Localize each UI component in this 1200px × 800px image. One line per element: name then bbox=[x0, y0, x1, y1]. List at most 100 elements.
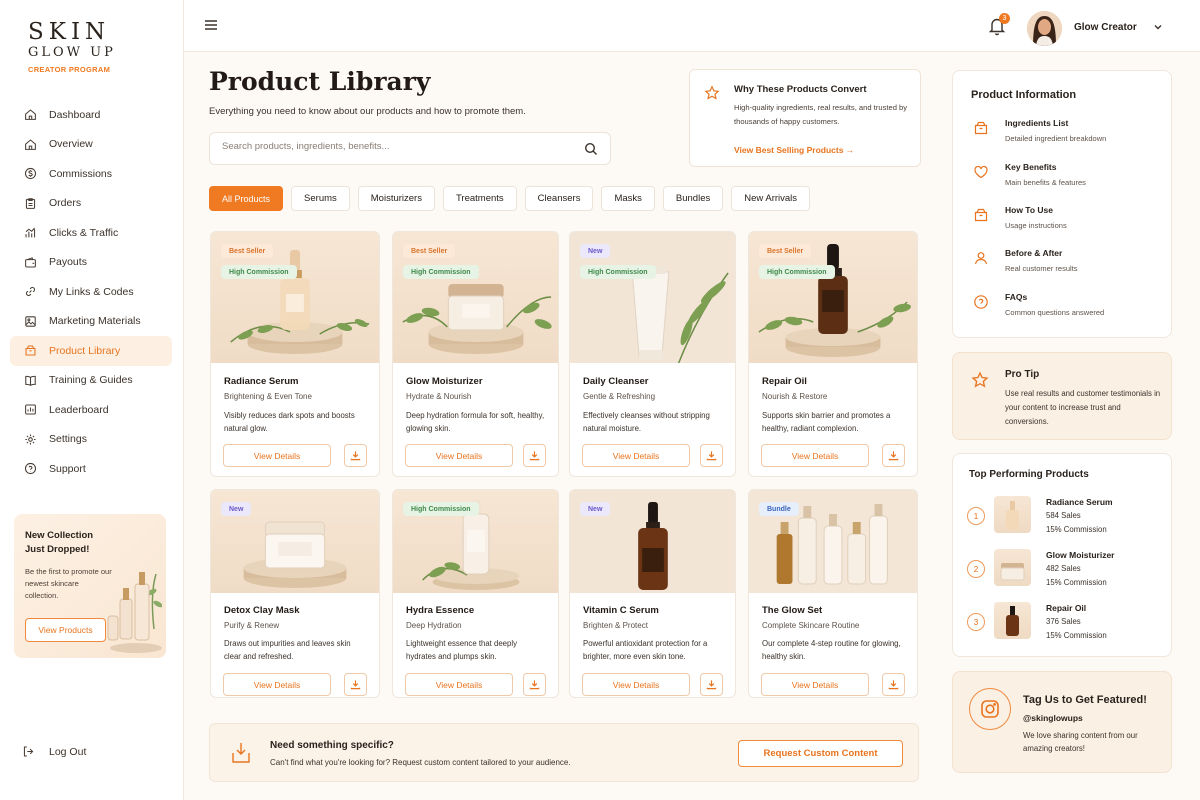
avatar[interactable] bbox=[1027, 11, 1062, 46]
help-icon bbox=[23, 462, 37, 476]
sidebar-item-clicks-traffic[interactable]: Clicks & Traffic bbox=[10, 218, 172, 248]
chevron-down-icon[interactable] bbox=[1152, 21, 1164, 33]
product-card[interactable]: New Detox Clay Mask Purify & Renew Draws… bbox=[210, 489, 380, 698]
wallet-icon bbox=[23, 255, 37, 269]
product-description: Deep hydration formula for soft, healthy… bbox=[406, 411, 545, 433]
top-bar: 3 Glow Creator bbox=[184, 0, 1200, 52]
star-icon bbox=[971, 371, 989, 388]
info-item-name: Before & After bbox=[1005, 248, 1063, 258]
tab-cleansers[interactable]: Cleansers bbox=[524, 186, 594, 211]
top-product-row[interactable]: 3 Repair Oil 376 Sales 15% Commission bbox=[967, 602, 1167, 644]
product-card[interactable]: Best Seller High Commission Repair Oil N… bbox=[748, 231, 918, 477]
top-product-name: Radiance Serum bbox=[1046, 497, 1113, 507]
tab-masks[interactable]: Masks bbox=[601, 186, 655, 211]
badge-high-commission: High Commission bbox=[759, 265, 835, 279]
info-item-how-to-use[interactable]: How To Use Usage instructions bbox=[973, 205, 1163, 245]
info-item-ingredients[interactable]: Ingredients List Detailed ingredient bre… bbox=[973, 118, 1163, 158]
product-subtitle: Brightening & Even Tone bbox=[224, 392, 312, 401]
product-subtitle: Hydrate & Nourish bbox=[406, 392, 472, 401]
sidebar-item-label: Leaderboard bbox=[49, 403, 109, 416]
tab-bundles[interactable]: Bundles bbox=[662, 186, 724, 211]
download-icon bbox=[706, 680, 717, 690]
view-details-button[interactable]: View Details bbox=[761, 673, 869, 696]
tab-treatments[interactable]: Treatments bbox=[442, 186, 517, 211]
sidebar-item-overview[interactable]: Overview bbox=[10, 130, 172, 160]
brand-tagline: CREATOR PROGRAM bbox=[28, 65, 111, 74]
download-button[interactable] bbox=[700, 673, 723, 696]
product-description: Visibly reduces dark spots and boosts na… bbox=[224, 411, 355, 433]
user-name[interactable]: Glow Creator bbox=[1074, 22, 1137, 33]
view-details-button[interactable]: View Details bbox=[223, 673, 331, 696]
sidebar-item-orders[interactable]: Orders bbox=[10, 189, 172, 219]
product-image: Best Seller High Commission bbox=[749, 232, 917, 363]
view-details-button[interactable]: View Details bbox=[223, 444, 331, 467]
download-button[interactable] bbox=[523, 444, 546, 467]
tab-serums[interactable]: Serums bbox=[291, 186, 350, 211]
sidebar-item-settings[interactable]: Settings bbox=[10, 425, 172, 455]
top-product-commission: 15% Commission bbox=[1046, 631, 1107, 640]
view-details-button[interactable]: View Details bbox=[582, 673, 690, 696]
info-item-before-after[interactable]: Before & After Real customer results bbox=[973, 248, 1163, 288]
instagram-icon[interactable] bbox=[969, 688, 1011, 730]
sidebar-item-marketing-materials[interactable]: Marketing Materials bbox=[10, 307, 172, 337]
brand-logo[interactable]: SKIN GLOW UP CREATOR PROGRAM bbox=[28, 20, 116, 74]
view-details-button[interactable]: View Details bbox=[405, 444, 513, 467]
view-products-button[interactable]: View Products bbox=[25, 618, 106, 642]
product-card[interactable]: Best Seller High Commission Glow Moistur… bbox=[392, 231, 559, 477]
download-box-icon bbox=[232, 743, 250, 763]
top-performing-products-panel: Top Performing Products 1 Radiance Serum… bbox=[952, 453, 1172, 657]
sidebar-item-payouts[interactable]: Payouts bbox=[10, 248, 172, 278]
sidebar-item-training-guides[interactable]: Training & Guides bbox=[10, 366, 172, 396]
product-card[interactable]: Best Seller High Commission Radiance Ser… bbox=[210, 231, 380, 477]
view-details-button[interactable]: View Details bbox=[761, 444, 869, 467]
download-icon bbox=[888, 451, 899, 461]
tab-all-products[interactable]: All Products bbox=[209, 186, 284, 211]
product-image: Best Seller High Commission bbox=[211, 232, 379, 363]
sidebar-item-dashboard[interactable]: Dashboard bbox=[10, 100, 172, 130]
view-best-selling-link[interactable]: View Best Selling Products → bbox=[734, 145, 854, 155]
sidebar-item-product-library[interactable]: Product Library bbox=[10, 336, 172, 366]
sidebar-item-label: Commissions bbox=[49, 167, 113, 180]
view-details-button[interactable]: View Details bbox=[405, 673, 513, 696]
product-description: Our complete 4-step routine for glowing,… bbox=[762, 639, 901, 661]
sidebar-item-label: Product Library bbox=[49, 344, 121, 357]
sidebar-item-support[interactable]: Support bbox=[10, 454, 172, 484]
product-card[interactable]: New Vitamin C Serum Brighten & Protect P… bbox=[569, 489, 736, 698]
product-name: Repair Oil bbox=[762, 376, 807, 387]
view-details-button[interactable]: View Details bbox=[582, 444, 690, 467]
info-item-sub: Detailed ingredient breakdown bbox=[1005, 134, 1107, 143]
download-button[interactable] bbox=[344, 444, 367, 467]
search-icon[interactable] bbox=[584, 142, 598, 156]
top-product-row[interactable]: 2 Glow Moisturizer 482 Sales 15% Commiss… bbox=[967, 549, 1167, 591]
clipboard-icon bbox=[23, 196, 37, 210]
pro-tip-card: Pro Tip Use real results and customer te… bbox=[952, 352, 1172, 440]
info-item-faqs[interactable]: FAQs Common questions answered bbox=[973, 292, 1163, 332]
product-card[interactable]: New High Commission Daily Cleanser Gentl… bbox=[569, 231, 736, 477]
log-out-button[interactable]: Log Out bbox=[22, 745, 86, 758]
instagram-handle[interactable]: @skinglowups bbox=[1023, 713, 1083, 723]
tab-new-arrivals[interactable]: New Arrivals bbox=[731, 186, 811, 211]
product-subtitle: Complete Skincare Routine bbox=[762, 621, 860, 630]
tab-moisturizers[interactable]: Moisturizers bbox=[357, 186, 435, 211]
product-card[interactable]: Bundle The Glow Set Complete Skincare Ro… bbox=[748, 489, 918, 698]
home-icon bbox=[23, 137, 37, 151]
sidebar-item-links-codes[interactable]: My Links & Codes bbox=[10, 277, 172, 307]
product-subtitle: Brighten & Protect bbox=[583, 621, 648, 630]
download-button[interactable] bbox=[882, 673, 905, 696]
search-input[interactable] bbox=[222, 141, 572, 152]
sidebar-item-commissions[interactable]: Commissions bbox=[10, 159, 172, 189]
product-image: New High Commission bbox=[570, 232, 735, 363]
menu-icon[interactable] bbox=[204, 18, 218, 32]
info-item-key-benefits[interactable]: Key Benefits Main benefits & features bbox=[973, 162, 1163, 202]
download-button[interactable] bbox=[523, 673, 546, 696]
download-button[interactable] bbox=[882, 444, 905, 467]
product-card[interactable]: High Commission Hydra Essence Deep Hydra… bbox=[392, 489, 559, 698]
top-product-row[interactable]: 1 Radiance Serum 584 Sales 15% Commissio… bbox=[967, 496, 1167, 538]
request-custom-content-button[interactable]: Request Custom Content bbox=[738, 740, 903, 767]
download-button[interactable] bbox=[344, 673, 367, 696]
sidebar-item-leaderboard[interactable]: Leaderboard bbox=[10, 395, 172, 425]
home-icon bbox=[23, 108, 37, 122]
sidebar-item-label: Settings bbox=[49, 433, 87, 446]
download-button[interactable] bbox=[700, 444, 723, 467]
sidebar-item-label: Dashboard bbox=[49, 108, 101, 121]
